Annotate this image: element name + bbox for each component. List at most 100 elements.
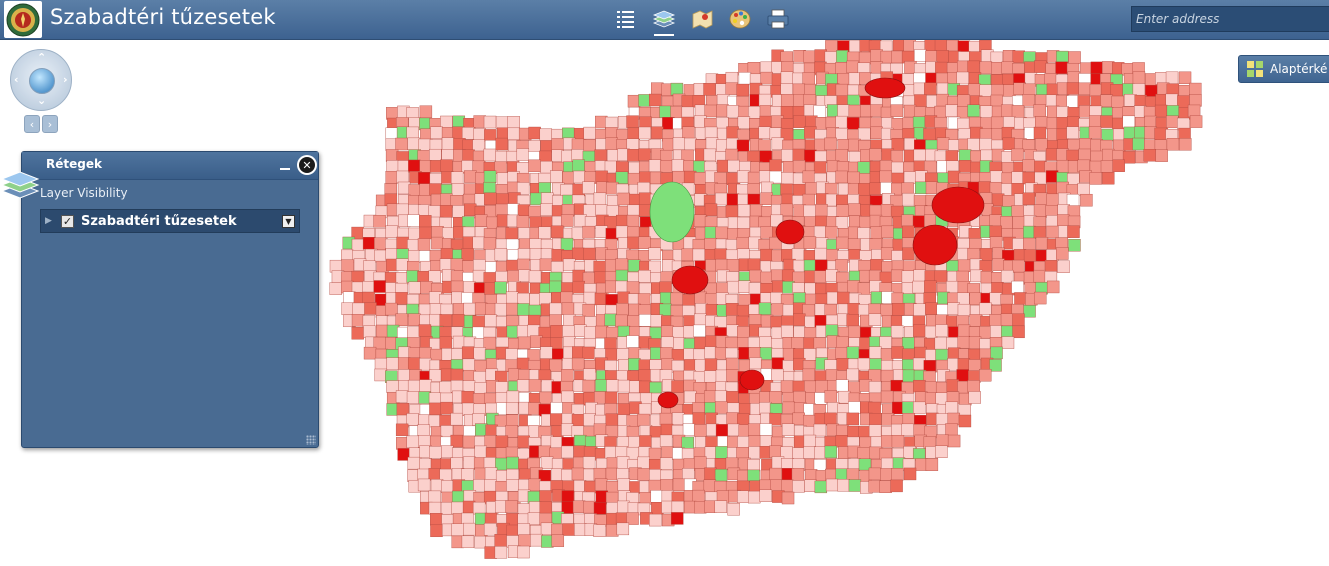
municipality-cell[interactable] [474, 535, 487, 549]
municipality-cell[interactable] [506, 414, 519, 427]
municipality-cell[interactable] [1177, 95, 1190, 108]
municipality-cell[interactable] [451, 183, 465, 196]
municipality-cell[interactable] [1033, 204, 1047, 217]
municipality-cell[interactable] [848, 72, 862, 86]
municipality-cell[interactable] [637, 468, 651, 481]
close-button[interactable]: ✕ [297, 155, 317, 175]
municipality-cell[interactable] [385, 248, 398, 261]
municipality-cell[interactable] [461, 402, 475, 416]
municipality-cell[interactable] [684, 359, 697, 372]
municipality-cell[interactable] [660, 423, 674, 437]
municipality-cell[interactable] [593, 423, 607, 436]
municipality-cell[interactable] [1066, 126, 1079, 139]
municipality-cell[interactable] [979, 325, 992, 339]
municipality-cell[interactable] [979, 248, 993, 261]
municipality-cell[interactable] [582, 456, 596, 469]
municipality-cell[interactable] [419, 160, 432, 173]
municipality-cell[interactable] [549, 314, 562, 327]
municipality-cell[interactable] [506, 390, 520, 404]
municipality-cell[interactable] [1166, 138, 1180, 151]
municipality-cell[interactable] [1034, 171, 1047, 185]
municipality-cell[interactable] [539, 128, 553, 141]
municipality-cell[interactable] [880, 181, 893, 195]
municipality-cell[interactable] [968, 40, 982, 54]
municipality-cell[interactable] [1003, 84, 1016, 97]
municipality-cell[interactable] [637, 182, 651, 195]
municipality-cell[interactable] [1056, 106, 1069, 119]
municipality-cell[interactable] [705, 304, 719, 317]
municipality-cell[interactable] [452, 115, 466, 129]
municipality-cell[interactable] [967, 380, 980, 393]
municipality-cell[interactable] [518, 269, 531, 282]
municipality-cell[interactable] [583, 413, 596, 426]
municipality-cell[interactable] [626, 335, 639, 348]
municipality-cell[interactable] [1144, 115, 1157, 129]
municipality-cell[interactable] [792, 160, 806, 173]
municipality-cell[interactable] [1155, 149, 1168, 162]
municipality-cell[interactable] [374, 368, 387, 382]
municipality-cell[interactable] [582, 181, 595, 194]
municipality-cell[interactable] [846, 117, 860, 130]
municipality-cell[interactable] [494, 161, 507, 174]
municipality-cell[interactable] [758, 93, 772, 107]
municipality-cell[interactable] [693, 324, 706, 338]
municipality-cell[interactable] [857, 227, 871, 240]
municipality-cell[interactable] [980, 149, 993, 163]
municipality-cell[interactable] [584, 326, 597, 339]
municipality-cell[interactable] [771, 137, 785, 150]
municipality-cell[interactable] [429, 183, 442, 196]
municipality-cell[interactable] [517, 435, 530, 449]
municipality-cell[interactable] [615, 225, 629, 239]
municipality-cell[interactable] [880, 348, 894, 361]
municipality-cell[interactable] [450, 380, 464, 393]
municipality-cell[interactable] [991, 62, 1004, 75]
municipality-cell[interactable] [671, 349, 685, 362]
municipality-cell[interactable] [947, 170, 961, 184]
municipality-cell[interactable] [725, 82, 738, 95]
municipality-cell[interactable] [605, 137, 618, 150]
municipality-cell[interactable] [1155, 72, 1168, 85]
municipality-cell[interactable] [1100, 160, 1114, 173]
municipality-cell[interactable] [671, 380, 684, 393]
municipality-layer[interactable] [329, 38, 1203, 559]
municipality-cell[interactable] [769, 391, 782, 404]
municipality-cell[interactable] [1078, 82, 1091, 96]
municipality-cell[interactable] [408, 184, 421, 197]
municipality-cell[interactable] [682, 468, 695, 481]
municipality-cell[interactable] [901, 337, 915, 350]
municipality-cell[interactable] [483, 170, 497, 183]
municipality-cell[interactable] [736, 139, 750, 153]
municipality-cell[interactable] [627, 315, 641, 328]
municipality-cell[interactable] [782, 401, 795, 415]
municipality-cell[interactable] [1187, 104, 1201, 118]
municipality-cell[interactable] [891, 138, 905, 151]
municipality-cell[interactable] [903, 171, 917, 184]
municipality-cell[interactable] [530, 533, 543, 547]
municipality-cell[interactable] [1012, 238, 1025, 251]
municipality-cell[interactable] [452, 205, 465, 218]
municipality-cell[interactable] [760, 71, 773, 85]
municipality-cell[interactable] [560, 184, 573, 197]
municipality-cell[interactable] [749, 357, 762, 370]
municipality-cell[interactable] [351, 314, 365, 327]
municipality-cell[interactable] [835, 149, 849, 162]
municipality-cell[interactable] [802, 193, 816, 207]
municipality-cell[interactable] [913, 82, 927, 96]
municipality-cell[interactable] [507, 270, 520, 283]
municipality-cell[interactable] [714, 458, 728, 471]
municipality-cell[interactable] [935, 348, 948, 362]
municipality-cell[interactable] [1034, 291, 1047, 305]
municipality-cell[interactable] [352, 302, 365, 316]
municipality-cell[interactable] [516, 215, 530, 228]
municipality-cell[interactable] [693, 348, 706, 362]
municipality-cell[interactable] [1057, 260, 1070, 273]
municipality-cell[interactable] [868, 313, 882, 326]
municipality-cell[interactable] [550, 170, 563, 183]
municipality-cell[interactable] [714, 390, 728, 404]
municipality-cell[interactable] [846, 314, 859, 327]
municipality-cell[interactable] [627, 149, 640, 162]
municipality-cell[interactable] [571, 357, 585, 371]
municipality-cell[interactable] [440, 159, 453, 172]
municipality-cell[interactable] [1046, 193, 1059, 207]
municipality-cell[interactable] [737, 216, 750, 230]
